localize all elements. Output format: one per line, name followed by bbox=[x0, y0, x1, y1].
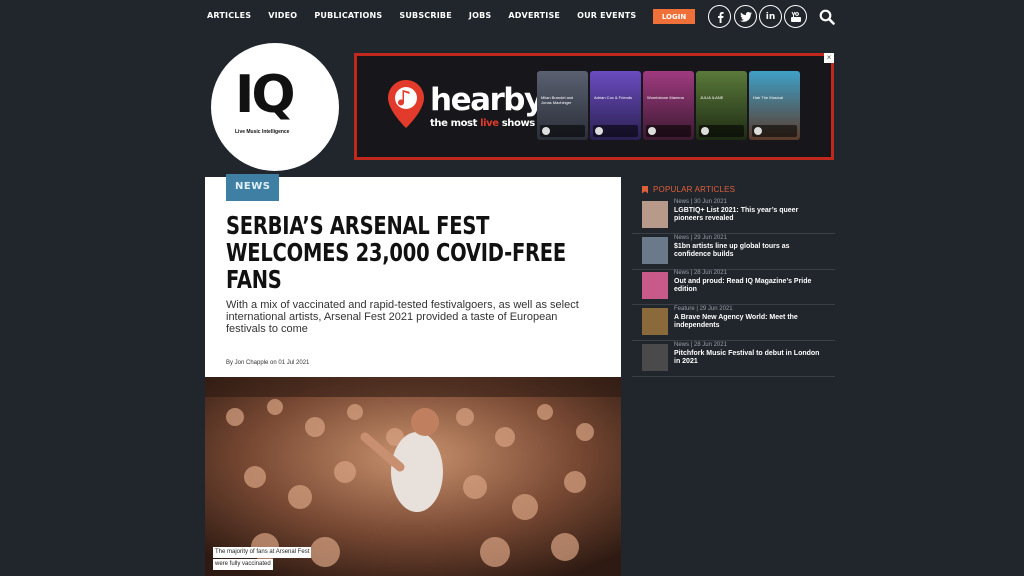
popular-item[interactable]: News | 28 Jun 2021 Out and proud: Read I… bbox=[632, 270, 835, 305]
banner-ad[interactable]: × hearby the most live shows Milan Brand… bbox=[354, 53, 834, 160]
ad-tile: Wombstone Mamma bbox=[643, 71, 694, 140]
popular-item[interactable]: News | 29 Jun 2021 $1bn artists line up … bbox=[632, 235, 835, 270]
ad-tile: Adrian Cox & Friends bbox=[590, 71, 641, 140]
ad-tile: Milan Brandel and Jonas Machinger bbox=[537, 71, 588, 140]
thumbnail bbox=[642, 344, 668, 371]
search-icon[interactable] bbox=[819, 9, 835, 25]
location-pin-icon bbox=[388, 80, 424, 128]
thumbnail bbox=[642, 272, 668, 299]
article-header: NEWS SERBIA’S ARSENAL FEST WELCOMES 23,0… bbox=[205, 174, 621, 377]
popular-item-title[interactable]: A Brave New Agency World: Meet the indep… bbox=[674, 314, 824, 330]
popular-item-title[interactable]: Out and proud: Read IQ Magazine’s Pride … bbox=[674, 278, 824, 294]
youtube-icon[interactable] bbox=[784, 5, 807, 28]
thumbnail bbox=[642, 237, 668, 264]
nav-subscribe[interactable]: SUBSCRIBE bbox=[399, 10, 452, 22]
twitter-icon[interactable] bbox=[734, 5, 757, 28]
logo-mark: IQ bbox=[235, 65, 296, 125]
popular-articles-heading: POPULAR ARTICLES bbox=[642, 185, 735, 194]
thumbnail bbox=[642, 201, 668, 228]
nav-publications[interactable]: PUBLICATIONS bbox=[314, 10, 382, 22]
nav-articles[interactable]: ARTICLES bbox=[207, 10, 251, 22]
article-byline: By Jon Chapple on 01 Jul 2021 bbox=[226, 360, 310, 366]
logo-tagline: Live Music Intelligence bbox=[235, 129, 290, 135]
popular-item-meta: News | 30 Jun 2021 bbox=[674, 199, 727, 205]
nav-jobs[interactable]: JOBS bbox=[469, 10, 491, 22]
popular-item-meta: Feature | 29 Jun 2021 bbox=[674, 306, 733, 312]
nav-our-events[interactable]: OUR EVENTS bbox=[577, 10, 636, 22]
article-headline: SERBIA’S ARSENAL FEST WELCOMES 23,000 CO… bbox=[226, 211, 566, 294]
category-tag[interactable]: NEWS bbox=[226, 174, 280, 201]
ad-tiles: Milan Brandel and Jonas Machinger Adrian… bbox=[537, 71, 800, 140]
ad-tile: JULIA ILANE bbox=[696, 71, 747, 140]
ad-close-icon[interactable]: × bbox=[824, 53, 834, 63]
site-logo[interactable]: IQ Live Music Intelligence bbox=[211, 43, 339, 171]
popular-item-title[interactable]: Pitchfork Music Festival to debut in Lon… bbox=[674, 350, 824, 366]
ad-tile: Hair The Musical bbox=[749, 71, 800, 140]
popular-item[interactable]: Feature | 29 Jun 2021 A Brave New Agency… bbox=[632, 306, 835, 341]
popular-item[interactable]: News | 28 Jun 2021 Pitchfork Music Festi… bbox=[632, 342, 835, 377]
popular-item-meta: News | 28 Jun 2021 bbox=[674, 342, 727, 348]
nav-video[interactable]: VIDEO bbox=[268, 10, 297, 22]
article-standfirst: With a mix of vaccinated and rapid-teste… bbox=[226, 299, 579, 335]
main-nav: ARTICLES VIDEO PUBLICATIONS SUBSCRIBE JO… bbox=[207, 10, 653, 22]
nav-advertise[interactable]: ADVERTISE bbox=[508, 10, 560, 22]
bookmark-icon bbox=[642, 185, 648, 194]
facebook-icon[interactable] bbox=[708, 5, 731, 28]
linkedin-icon[interactable]: in bbox=[759, 5, 782, 28]
ad-brand: hearby bbox=[430, 82, 544, 118]
thumbnail bbox=[642, 308, 668, 335]
ad-slogan: the most live shows bbox=[430, 118, 535, 129]
popular-item-title[interactable]: LGBTIQ+ List 2021: This year’s queer pio… bbox=[674, 207, 824, 223]
image-caption: The majority of fans at Arsenal Fest wer… bbox=[213, 547, 312, 571]
login-button[interactable]: LOGIN bbox=[653, 9, 695, 24]
popular-item-meta: News | 29 Jun 2021 bbox=[674, 235, 727, 241]
popular-item-title[interactable]: $1bn artists line up global tours as con… bbox=[674, 243, 824, 259]
popular-item-meta: News | 28 Jun 2021 bbox=[674, 270, 727, 276]
popular-item[interactable]: News | 30 Jun 2021 LGBTIQ+ List 2021: Th… bbox=[632, 199, 835, 234]
